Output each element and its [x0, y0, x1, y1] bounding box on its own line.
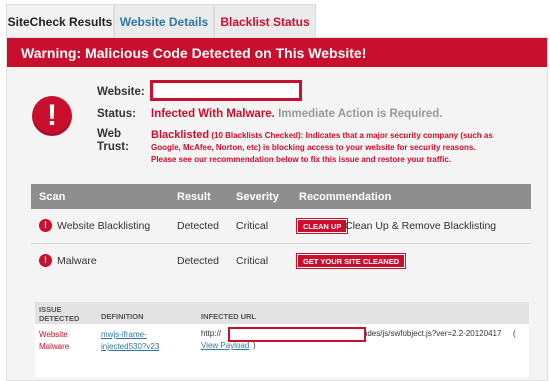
scan-severity: Critical — [236, 220, 269, 232]
status-action: Immediate Action is Required. — [278, 108, 443, 120]
view-payload-link[interactable]: View Payload — [201, 341, 249, 350]
issue-table: ISSUE DETECTED DEFINITION INFECTED URL W… — [35, 302, 529, 377]
scan-recommendation: Clean Up & Remove Blacklisting — [345, 220, 497, 232]
alert-icon: ! — [32, 96, 72, 136]
definition-link[interactable]: mwjs-iframe-injected530?v23 — [101, 329, 185, 353]
tab-bar: SiteCheck Results Website Details Blackl… — [6, 4, 316, 38]
tab-website-details[interactable]: Website Details — [114, 4, 214, 38]
scan-table-header: Scan Result Severity Recommendation — [31, 184, 531, 209]
website-url-redacted — [150, 80, 302, 101]
issue-table-header: ISSUE DETECTED DEFINITION INFECTED URL — [35, 302, 529, 324]
scan-name: Malware — [57, 255, 97, 267]
warning-banner: Warning: Malicious Code Detected on This… — [7, 38, 547, 67]
scan-table: Scan Result Severity Recommendation ! We… — [31, 184, 531, 279]
col-result: Result — [177, 191, 211, 203]
col-infected-url: INFECTED URL — [201, 312, 256, 321]
paren-close: ) — [253, 341, 256, 350]
status-label: Status: — [97, 108, 136, 120]
infected-url-redacted — [228, 327, 366, 342]
scan-result: Detected — [177, 220, 220, 232]
clean-up-button[interactable]: CLEAN UP — [295, 218, 349, 234]
scan-name: Website Blacklisting — [57, 220, 151, 232]
results-panel: Warning: Malicious Code Detected on This… — [6, 37, 548, 381]
blacklisted-count: (10 Blacklists Checked): — [211, 131, 304, 140]
url-prefix: http:// — [201, 329, 222, 338]
col-severity: Severity — [236, 191, 279, 203]
tab-blacklist-status[interactable]: Blacklist Status — [214, 4, 316, 38]
issue-name: Website Malware — [39, 330, 70, 351]
table-row: ! Malware Detected Critical GET YOUR SIT… — [31, 244, 531, 279]
col-scan: Scan — [39, 191, 66, 203]
col-recommendation: Recommendation — [299, 191, 392, 203]
scan-severity: Critical — [236, 255, 269, 267]
get-site-cleaned-button[interactable]: GET YOUR SITE CLEANED — [295, 253, 407, 269]
webtrust-label: Web Trust: — [97, 128, 129, 153]
website-label: Website: — [97, 86, 145, 98]
paren-open: ( — [513, 329, 516, 338]
alert-icon: ! — [39, 219, 52, 232]
tab-sitecheck-results[interactable]: SiteCheck Results — [6, 4, 114, 38]
blacklisted-title: Blacklisted — [151, 129, 210, 141]
scan-result: Detected — [177, 255, 220, 267]
webtrust-value: Blacklisted (10 Blacklists Checked): Ind… — [151, 129, 496, 166]
col-issue-detected: ISSUE DETECTED — [39, 305, 80, 323]
table-row: ! Website Blacklisting Detected Critical… — [31, 209, 531, 244]
status-infected: Infected With Malware. — [151, 108, 275, 120]
col-definition: DEFINITION — [101, 312, 144, 321]
status-value: Infected With Malware. Immediate Action … — [151, 108, 443, 120]
alert-icon: ! — [39, 254, 52, 267]
